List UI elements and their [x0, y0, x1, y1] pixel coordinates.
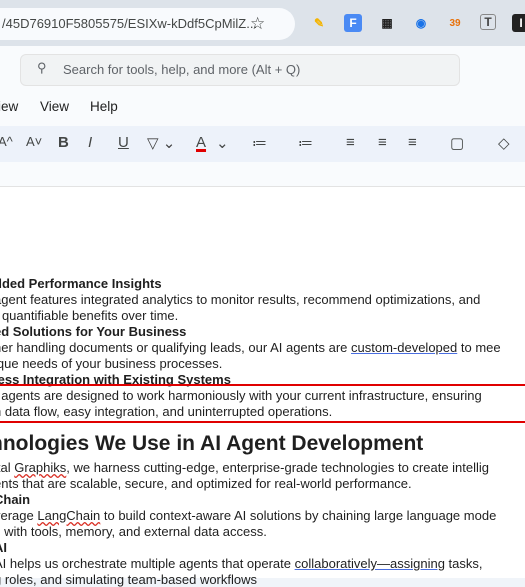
paragraph-line: AI helps us orchestrate multiple agents …	[0, 556, 483, 571]
collaboratively-link[interactable]: collaboratively—assigning	[295, 556, 445, 571]
decrease-indent-icon[interactable]: ≡	[346, 134, 355, 151]
bold-icon[interactable]: B	[58, 134, 69, 151]
menu-help[interactable]: Help	[90, 99, 118, 114]
heading-langchain: Chain	[0, 492, 31, 507]
dark-extension-icon[interactable]: I	[512, 14, 525, 32]
coupon-extension-icon[interactable]: 39	[446, 14, 464, 32]
red-highlight-line-bottom	[0, 421, 525, 423]
browser-toolbar: /45D76910F5805575/ESIXw-kDdf5CpMilZ... ☆…	[0, 0, 525, 46]
menu-view[interactable]: View	[40, 99, 69, 114]
text-color-dropdown-icon[interactable]: ⌄	[216, 134, 229, 152]
misspelled-word[interactable]: LangChain	[37, 508, 100, 523]
bulleted-list-icon[interactable]: ≔	[252, 134, 267, 152]
underline-icon[interactable]: U	[118, 134, 129, 151]
text-extension-icon[interactable]: T	[480, 14, 496, 30]
text-color-icon[interactable]: A	[196, 134, 206, 151]
numbered-list-icon[interactable]: ≔	[298, 134, 313, 152]
heading-crewai: AI	[0, 540, 7, 555]
paragraph-line: her handling documents or qualifying lea…	[0, 340, 501, 355]
url-text[interactable]: /45D76910F5805575/ESIXw-kDdf5CpMilZ...	[2, 16, 257, 31]
search-placeholder: Search for tools, help, and more (Alt + …	[63, 62, 301, 77]
document-page[interactable]: dded Performance Insights agent features…	[0, 187, 525, 587]
bookmark-star-icon[interactable]: ☆	[250, 14, 265, 34]
custom-developed-link[interactable]: custom-developed	[351, 340, 457, 355]
search-icon: ⚲	[37, 60, 47, 75]
pencil-extension-icon[interactable]: ✎	[310, 14, 328, 32]
tools-search-box[interactable]: ⚲ Search for tools, help, and more (Alt …	[20, 54, 460, 86]
red-highlight-line-top	[0, 384, 525, 386]
highlight-icon[interactable]: ▽ ⌄	[147, 134, 175, 152]
paragraph-line: s with tools, memory, and external data …	[0, 524, 267, 539]
qr-code-extension-icon[interactable]: ▦	[378, 14, 396, 32]
address-bar[interactable]: /45D76910F5805575/ESIXw-kDdf5CpMilZ... ☆	[0, 8, 295, 40]
paint-format-icon[interactable]: ◇	[498, 134, 510, 152]
borders-icon[interactable]: ▢	[450, 134, 464, 152]
decrease-font-icon[interactable]: A˅	[26, 134, 42, 149]
paragraph-line: g roles, and simulating team-based workf…	[0, 572, 258, 587]
f-extension-icon[interactable]: F	[344, 14, 362, 32]
paragraph-line: verage LangChain to build context-aware …	[0, 508, 497, 523]
misspelled-word[interactable]: Graphiks	[14, 460, 66, 475]
formatting-toolbar: A^ A˅ B I U ▽ ⌄ A ⌄ ≔ ≔ ≡ ≡ ≡ ▢ ◇	[0, 126, 525, 162]
paragraph-line: ital Graphiks, we harness cutting-edge, …	[0, 460, 490, 475]
paragraph-line: ique needs of your business processes.	[0, 356, 223, 371]
paragraph-line: h data flow, easy integration, and unint…	[0, 404, 333, 419]
section-heading-technologies: hnologies We Use in AI Agent Development	[0, 432, 424, 455]
increase-indent-icon[interactable]: ≡	[378, 134, 387, 151]
line-spacing-icon[interactable]: ≡	[408, 134, 417, 151]
heading-tailored-solutions: ed Solutions for Your Business	[0, 324, 187, 339]
ruler	[0, 176, 525, 187]
paragraph-line: agent features integrated analytics to m…	[0, 292, 481, 307]
increase-font-icon[interactable]: A^	[0, 134, 13, 149]
italic-icon[interactable]: I	[88, 134, 92, 151]
record-extension-icon[interactable]: ◉	[412, 14, 430, 32]
paragraph-line: r quantifiable benefits over time.	[0, 308, 179, 323]
paragraph-line: ents that are scalable, secure, and opti…	[0, 476, 412, 491]
heading-embedded-performance: dded Performance Insights	[0, 276, 162, 291]
paragraph-line: I agents are designed to work harmonious…	[0, 388, 482, 403]
docs-app: ⚲ Search for tools, help, and more (Alt …	[0, 46, 525, 587]
menu-view-partial[interactable]: iew	[0, 99, 18, 114]
